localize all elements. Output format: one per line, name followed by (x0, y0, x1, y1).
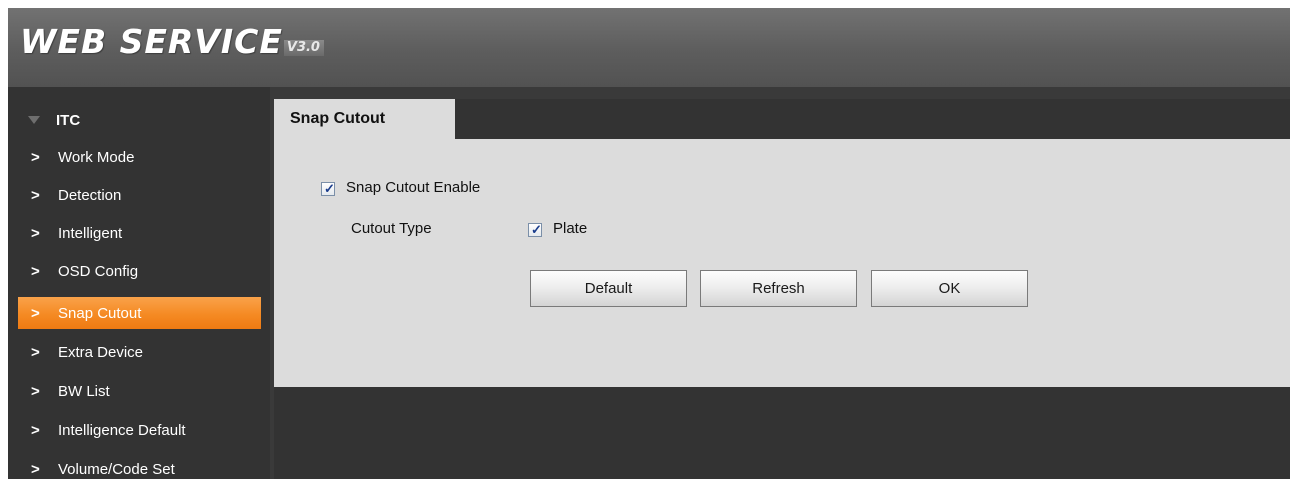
chevron-right-icon: > (31, 148, 40, 166)
chevron-right-icon: > (31, 343, 40, 361)
sidebar-item-work-mode[interactable]: > Work Mode (18, 141, 261, 173)
tab-snap-cutout[interactable]: Snap Cutout (274, 99, 455, 139)
sidebar-item-label: Snap Cutout (58, 304, 142, 322)
settings-panel: ✓ Snap Cutout Enable Cutout Type ✓ Plate… (274, 139, 1290, 387)
sidebar-group-label: ITC (56, 111, 81, 129)
chevron-right-icon: > (31, 460, 40, 478)
sidebar-item-label: Extra Device (58, 343, 144, 361)
refresh-button[interactable]: Refresh (700, 270, 857, 307)
triangle-down-icon (28, 116, 40, 124)
sidebar-item-label: BW List (58, 382, 110, 400)
tab-label: Snap Cutout (290, 110, 386, 127)
logo: WEB SERVICE V3.0 (20, 24, 324, 60)
default-button[interactable]: Default (530, 270, 687, 307)
chevron-right-icon: > (31, 382, 40, 400)
sidebar-item-label: Intelligent (58, 224, 123, 242)
sidebar-item-intelligent[interactable]: > Intelligent (18, 217, 261, 249)
sidebar: ITC > Work Mode > Detection > Intelligen… (8, 87, 270, 479)
logo-version: V3.0 (283, 40, 324, 56)
sidebar-item-volume-code-set[interactable]: > Volume/Code Set (18, 453, 261, 479)
sidebar-item-label: Volume/Code Set (58, 460, 175, 478)
ok-button[interactable]: OK (871, 270, 1028, 307)
sidebar-item-label: Intelligence Default (58, 421, 186, 439)
sidebar-group-itc[interactable]: ITC (8, 109, 80, 131)
sidebar-item-bw-list[interactable]: > BW List (18, 375, 261, 407)
sidebar-item-detection[interactable]: > Detection (18, 179, 261, 211)
app-frame: WEB SERVICE V3.0 ITC > Work Mode > Detec… (8, 8, 1290, 479)
sidebar-item-label: Detection (58, 186, 122, 204)
plate-checkbox[interactable]: ✓ (528, 222, 542, 237)
sidebar-item-osd-config[interactable]: > OSD Config (18, 255, 261, 287)
chevron-right-icon: > (31, 262, 40, 280)
chevron-right-icon: > (31, 224, 40, 242)
chevron-right-icon: > (31, 421, 40, 439)
sidebar-item-label: OSD Config (58, 262, 139, 280)
chevron-right-icon: > (31, 186, 40, 204)
logo-text: WEB SERVICE (20, 22, 283, 61)
header-bar: WEB SERVICE V3.0 (8, 8, 1290, 87)
cutout-type-label: Cutout Type (351, 220, 432, 237)
chevron-right-icon: > (31, 304, 40, 322)
snap-cutout-enable-checkbox[interactable]: ✓ (321, 181, 335, 196)
main-content: Snap Cutout ✓ Snap Cutout Enable Cutout … (274, 99, 1290, 479)
snap-cutout-enable-label: Snap Cutout Enable (346, 179, 481, 196)
checkmark-icon: ✓ (531, 222, 542, 237)
sidebar-item-extra-device[interactable]: > Extra Device (18, 336, 261, 368)
sidebar-item-snap-cutout[interactable]: > Snap Cutout (18, 297, 261, 329)
plate-label: Plate (553, 220, 588, 237)
sidebar-item-label: Work Mode (58, 148, 135, 166)
checkmark-icon: ✓ (324, 181, 335, 196)
sidebar-item-intelligence-default[interactable]: > Intelligence Default (18, 414, 261, 446)
